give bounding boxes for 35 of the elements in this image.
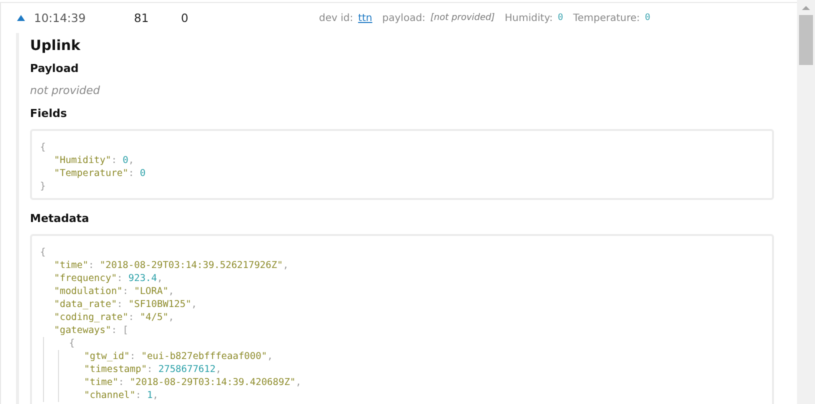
code-line: { <box>40 141 46 154</box>
code-line: "data_rate": "SF10BW125", <box>54 298 198 311</box>
field-label: Temperature: <box>573 12 640 24</box>
code-line: "channel": 1, <box>84 389 158 402</box>
field-label: dev id: <box>319 12 354 24</box>
collapse-caret-icon[interactable] <box>17 15 25 21</box>
section-heading: Payload <box>30 62 80 75</box>
field-label: Humidity: <box>504 12 553 24</box>
frame-counter: 81 <box>134 11 150 25</box>
code-line: "gtw_id": "eui-b827ebfffeaaf000", <box>84 350 273 363</box>
code-line: "Temperature": 0 <box>54 167 146 180</box>
detail-title: Uplink <box>30 38 82 54</box>
code-line: "Humidity": 0, <box>54 154 134 167</box>
code-line: "coding_rate": "4/5", <box>54 311 174 324</box>
device-link[interactable]: ttn <box>358 12 372 24</box>
scroll-up-icon[interactable] <box>802 4 810 12</box>
code-line: "frequency": 923.4, <box>54 272 163 285</box>
field-label: payload: <box>382 12 426 24</box>
code-line: "modulation": "LORA", <box>54 285 174 298</box>
code-line: "timestamp": 2758677612, <box>84 363 222 376</box>
code-line: "time": "2018-08-29T03:14:39.420689Z", <box>84 376 302 389</box>
code-line: "time": "2018-08-29T03:14:39.526217926Z", <box>54 259 289 272</box>
code-line: { <box>40 246 46 259</box>
field-value: [not provided] <box>430 13 495 23</box>
section-heading: Fields <box>30 107 68 120</box>
port-number: 0 <box>181 11 190 25</box>
section-heading: Metadata <box>30 212 90 225</box>
field-value: 0 <box>558 13 564 23</box>
code-line: } <box>40 180 46 193</box>
scrollbar-thumb[interactable] <box>799 15 813 65</box>
code-line: "gateways": [ <box>54 324 128 337</box>
field-value: 0 <box>644 13 650 23</box>
event-time: 10:14:39 <box>34 11 87 25</box>
payload-note: not provided <box>30 84 102 97</box>
code-line: { <box>69 337 75 350</box>
